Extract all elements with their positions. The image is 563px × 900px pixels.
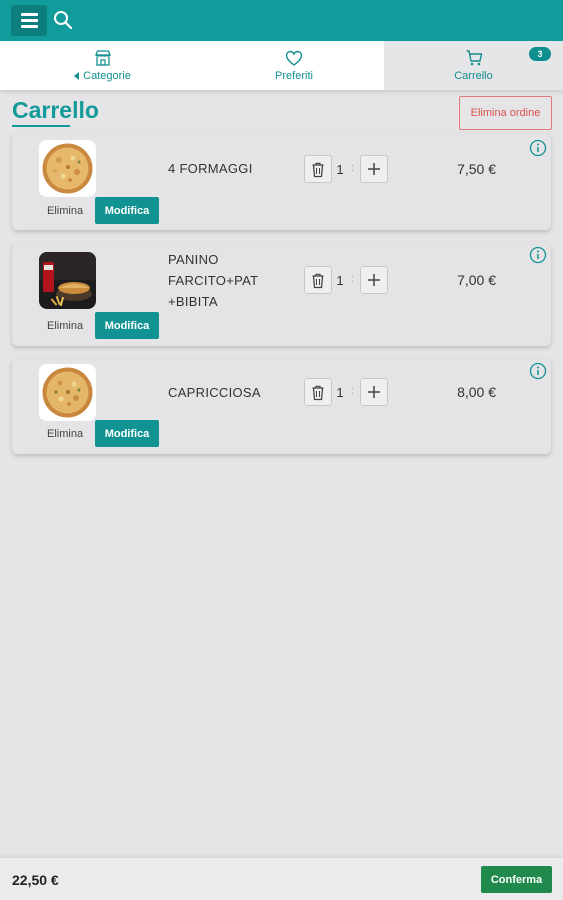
item-name: PANINO FARCITO+PAT +BIBITA [168, 252, 259, 309]
quantity-separator: : [351, 385, 355, 397]
item-image-pizza [39, 140, 96, 197]
quantity-separator: : [351, 273, 355, 285]
trash-icon [312, 385, 324, 400]
trash-icon [312, 273, 324, 288]
cart-item: Elimina Modifica 4 FORMAGGI 1 : 7,50 € [12, 133, 551, 230]
item-name: CAPRICCIOSA [168, 385, 261, 400]
search-icon[interactable] [52, 9, 74, 31]
item-price: 7,00 € [457, 272, 496, 288]
remove-item-link[interactable]: Elimina [47, 320, 83, 332]
quantity-value: 1 [336, 385, 344, 400]
top-bar [0, 0, 563, 41]
page-title: Carrello [12, 97, 99, 123]
increase-quantity-button[interactable] [360, 266, 388, 294]
cart-item: Elimina Modifica CAPRICCIOSA 1 : 8,00 € [12, 358, 551, 454]
tab-preferiti-label: Preferiti [275, 69, 313, 82]
tab-carrello[interactable]: Carrello 3 [384, 41, 563, 90]
item-image-pizza [39, 364, 96, 421]
increase-quantity-button[interactable] [360, 378, 388, 406]
order-total: 22,50 € [12, 872, 59, 888]
confirm-button[interactable]: Conferma [481, 866, 552, 893]
info-icon[interactable] [529, 362, 547, 380]
quantity-value: 1 [336, 162, 344, 177]
tab-categorie[interactable]: Categorie [0, 41, 205, 90]
item-image-panino-menu [39, 252, 96, 309]
remove-item-link[interactable]: Elimina [47, 205, 83, 217]
heart-icon [285, 50, 303, 66]
nav-tabs: Categorie Preferiti Carrello 3 [0, 41, 563, 90]
quantity-value: 1 [336, 273, 344, 288]
item-price: 7,50 € [457, 161, 496, 177]
item-price: 8,00 € [457, 384, 496, 400]
edit-item-button[interactable]: Modifica [95, 420, 159, 447]
quantity-separator: : [351, 162, 355, 174]
plus-icon [368, 163, 380, 175]
info-icon[interactable] [529, 139, 547, 157]
plus-icon [368, 274, 380, 286]
menu-icon[interactable] [11, 5, 47, 36]
cart-item: Elimina Modifica PANINO FARCITO+PAT +BIB… [12, 242, 551, 346]
decrease-quantity-button[interactable] [304, 155, 332, 183]
title-underline [12, 125, 70, 127]
chevron-left-icon [74, 72, 80, 80]
cart-count-badge: 3 [529, 47, 551, 61]
edit-item-button[interactable]: Modifica [95, 312, 159, 339]
cart-icon [466, 50, 482, 66]
clear-order-button[interactable]: Elimina ordine [459, 96, 552, 130]
plus-icon [368, 386, 380, 398]
decrease-quantity-button[interactable] [304, 378, 332, 406]
item-name: 4 FORMAGGI [168, 161, 253, 176]
tab-preferiti[interactable]: Preferiti [190, 41, 398, 90]
decrease-quantity-button[interactable] [304, 266, 332, 294]
tab-carrello-label: Carrello [454, 70, 493, 82]
trash-icon [312, 162, 324, 177]
edit-item-button[interactable]: Modifica [95, 197, 159, 224]
remove-item-link[interactable]: Elimina [47, 428, 83, 440]
increase-quantity-button[interactable] [360, 155, 388, 183]
tab-categorie-label: Categorie [83, 70, 131, 82]
checkout-bar: 22,50 € Conferma [0, 857, 563, 900]
store-icon [94, 50, 111, 66]
info-icon[interactable] [529, 246, 547, 264]
